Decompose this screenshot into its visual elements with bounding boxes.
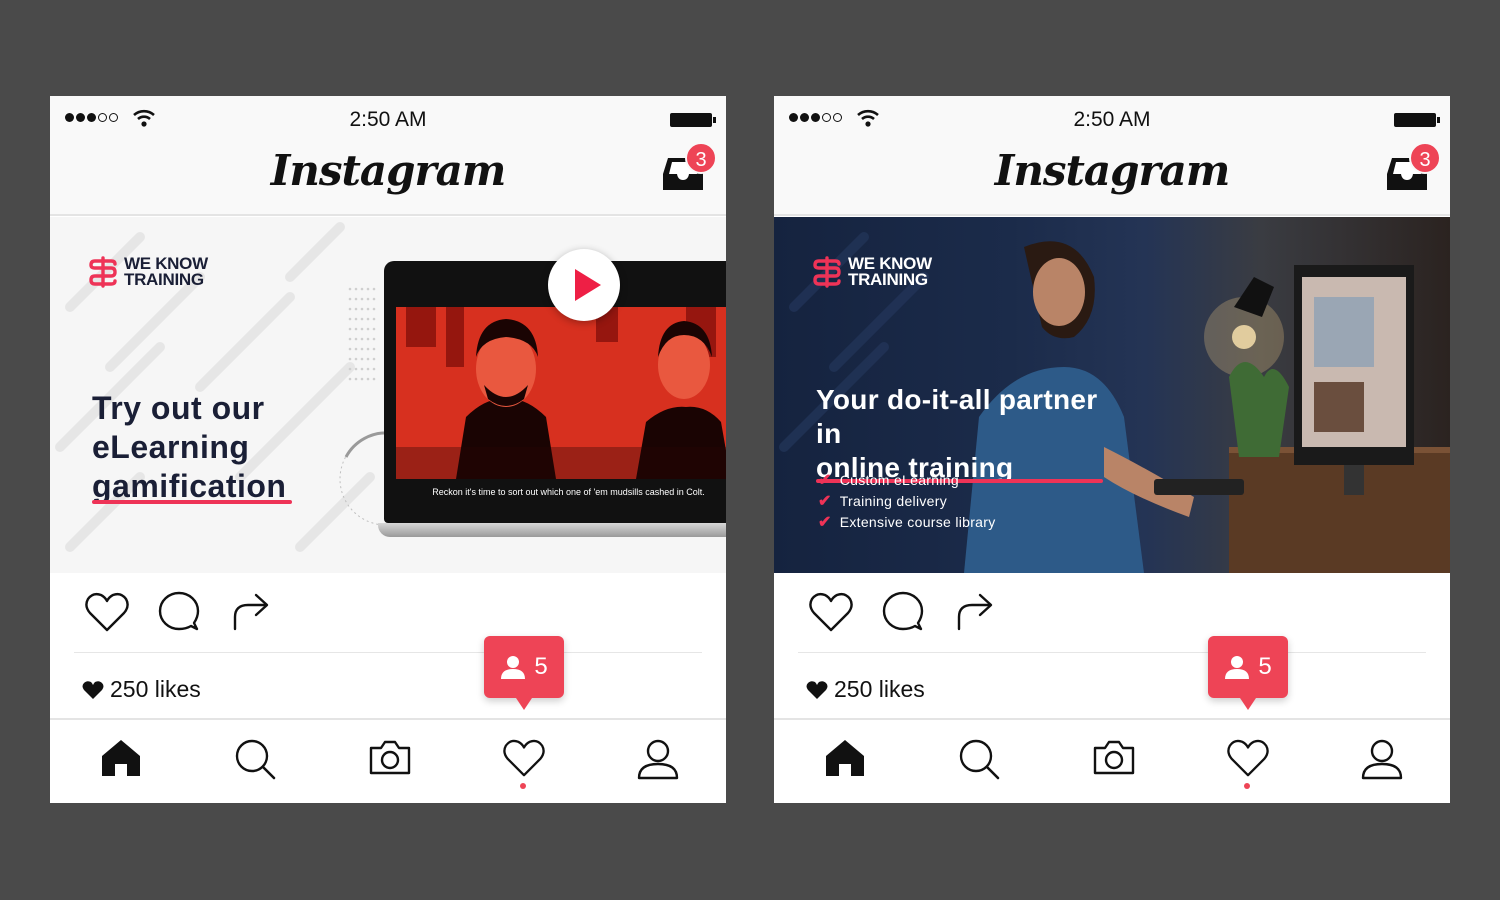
likes-count[interactable]: 250 likes	[82, 676, 201, 703]
battery-icon	[1394, 113, 1440, 127]
bottom-nav	[774, 718, 1450, 803]
check-icon: ✔	[818, 471, 832, 489]
instagram-logo: Instagram	[270, 146, 507, 195]
status-bar: 2:50 AM	[50, 96, 726, 142]
search-icon[interactable]	[234, 738, 276, 780]
post-actions	[50, 573, 726, 653]
status-bar: 2:50 AM	[774, 96, 1450, 142]
instagram-screen-left: 2:50 AM Instagram 3 WE KNOW TRAINING Try…	[50, 96, 726, 803]
headline-line-2: eLearning	[92, 429, 250, 465]
app-header: Instagram 3	[774, 142, 1450, 216]
brand-logo: WE KNOW TRAINING	[812, 255, 932, 289]
status-time: 2:50 AM	[1073, 108, 1151, 131]
divider	[798, 652, 1426, 653]
profile-icon[interactable]	[636, 738, 680, 780]
app-header: Instagram 3	[50, 142, 726, 216]
activity-indicator-dot	[520, 783, 526, 789]
battery-icon	[670, 113, 716, 127]
heart-filled-icon	[806, 680, 828, 699]
camera-icon[interactable]	[1092, 738, 1136, 776]
heart-icon[interactable]	[808, 591, 854, 633]
checklist-item: ✔ Training delivery	[818, 490, 996, 511]
heart-filled-icon	[82, 680, 104, 699]
brand-name: WE KNOW TRAINING	[124, 255, 208, 289]
brain-icon	[813, 256, 841, 288]
brain-icon	[89, 256, 117, 288]
play-button[interactable]	[548, 249, 620, 321]
headline-line-3-underlined: gamification	[92, 468, 293, 504]
checklist-item-label: Training delivery	[839, 492, 948, 509]
share-icon[interactable]	[956, 591, 994, 631]
checklist-item-label: Extensive course library	[839, 513, 996, 530]
inbox-badge: 3	[1409, 142, 1441, 174]
checklist-item-label: Custom eLearning	[839, 471, 959, 488]
laptop-base	[378, 523, 726, 537]
check-icon: ✔	[818, 513, 832, 531]
laptop-mockup: Reckon it's time to sort out which one o…	[378, 261, 726, 547]
check-icon: ✔	[818, 492, 832, 510]
checklist-item: ✔ Extensive course library	[818, 511, 996, 532]
home-icon[interactable]	[100, 738, 142, 778]
headline-line-1: Try out our	[92, 390, 265, 426]
follower-notification[interactable]: 5	[484, 636, 564, 710]
brand-line-2: TRAINING	[848, 270, 928, 289]
post-image[interactable]: WE KNOW TRAINING Try out our eLearning g…	[50, 217, 726, 573]
checklist-item: ✔ Custom eLearning	[818, 469, 996, 490]
bottom-nav	[50, 718, 726, 803]
instagram-screen-right: 2:50 AM Instagram 3 WE KNOW TRAINING You…	[774, 96, 1450, 803]
camera-icon[interactable]	[368, 738, 412, 776]
instagram-logo: Instagram	[994, 146, 1231, 195]
illustration-two-men	[396, 307, 726, 479]
comment-icon[interactable]	[882, 591, 924, 633]
comment-icon[interactable]	[158, 591, 200, 633]
headline-line-2-prefix: in	[816, 418, 842, 449]
home-icon[interactable]	[824, 738, 866, 778]
activity-heart-icon[interactable]	[502, 738, 546, 778]
notification-count: 5	[1258, 653, 1272, 680]
divider	[74, 652, 702, 653]
headline-line-1: Your do-it-all partner	[816, 384, 1098, 415]
likes-label: 250 likes	[110, 676, 201, 702]
heart-icon[interactable]	[84, 591, 130, 633]
brand-logo: WE KNOW TRAINING	[88, 255, 208, 289]
likes-count[interactable]: 250 likes	[806, 676, 925, 703]
person-icon	[501, 656, 526, 679]
activity-indicator-dot	[1244, 783, 1250, 789]
profile-icon[interactable]	[1360, 738, 1404, 780]
video-caption: Reckon it's time to sort out which one o…	[432, 487, 705, 497]
person-icon	[1225, 656, 1250, 679]
notification-count: 5	[534, 653, 548, 680]
search-icon[interactable]	[958, 738, 1000, 780]
status-time: 2:50 AM	[349, 108, 427, 131]
feature-checklist: ✔ Custom eLearning ✔ Training delivery ✔ Ex…	[818, 469, 996, 532]
video-thumbnail[interactable]	[396, 307, 726, 479]
follower-notification[interactable]: 5	[1208, 636, 1288, 710]
share-icon[interactable]	[232, 591, 270, 631]
inbox-badge: 3	[685, 142, 717, 174]
post-actions	[774, 573, 1450, 653]
post-headline: Try out our eLearning gamification	[92, 389, 293, 506]
brand-line-2: TRAINING	[124, 270, 204, 289]
activity-heart-icon[interactable]	[1226, 738, 1270, 778]
brand-name: WE KNOW TRAINING	[848, 255, 932, 289]
post-image[interactable]: WE KNOW TRAINING Your do-it-all partner …	[774, 217, 1450, 573]
likes-label: 250 likes	[834, 676, 925, 702]
